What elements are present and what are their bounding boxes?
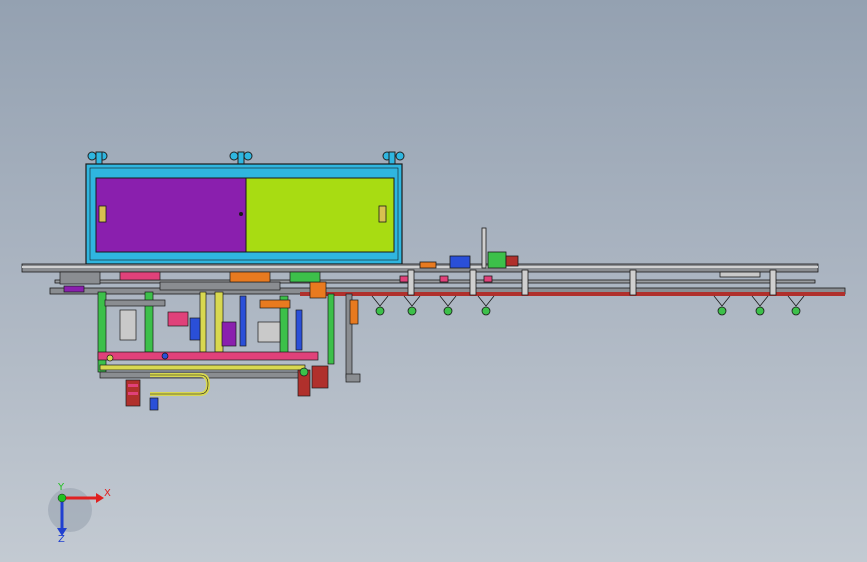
y-axis-dot-icon xyxy=(57,493,67,503)
cabinet-assembly[interactable] xyxy=(85,151,405,265)
cad-viewport[interactable]: X Y Z xyxy=(0,0,867,562)
x-axis-label: X xyxy=(104,488,111,499)
right-door-handle xyxy=(378,205,387,223)
z-axis-label: Z xyxy=(58,534,65,545)
y-axis-label: Y xyxy=(57,482,65,493)
x-axis-arrow-icon xyxy=(96,493,104,503)
orientation-triad: X Y Z xyxy=(48,482,111,545)
right-door xyxy=(245,177,395,253)
left-door-handle xyxy=(98,205,107,223)
left-door xyxy=(95,177,247,253)
lifting-eyes xyxy=(87,151,405,165)
